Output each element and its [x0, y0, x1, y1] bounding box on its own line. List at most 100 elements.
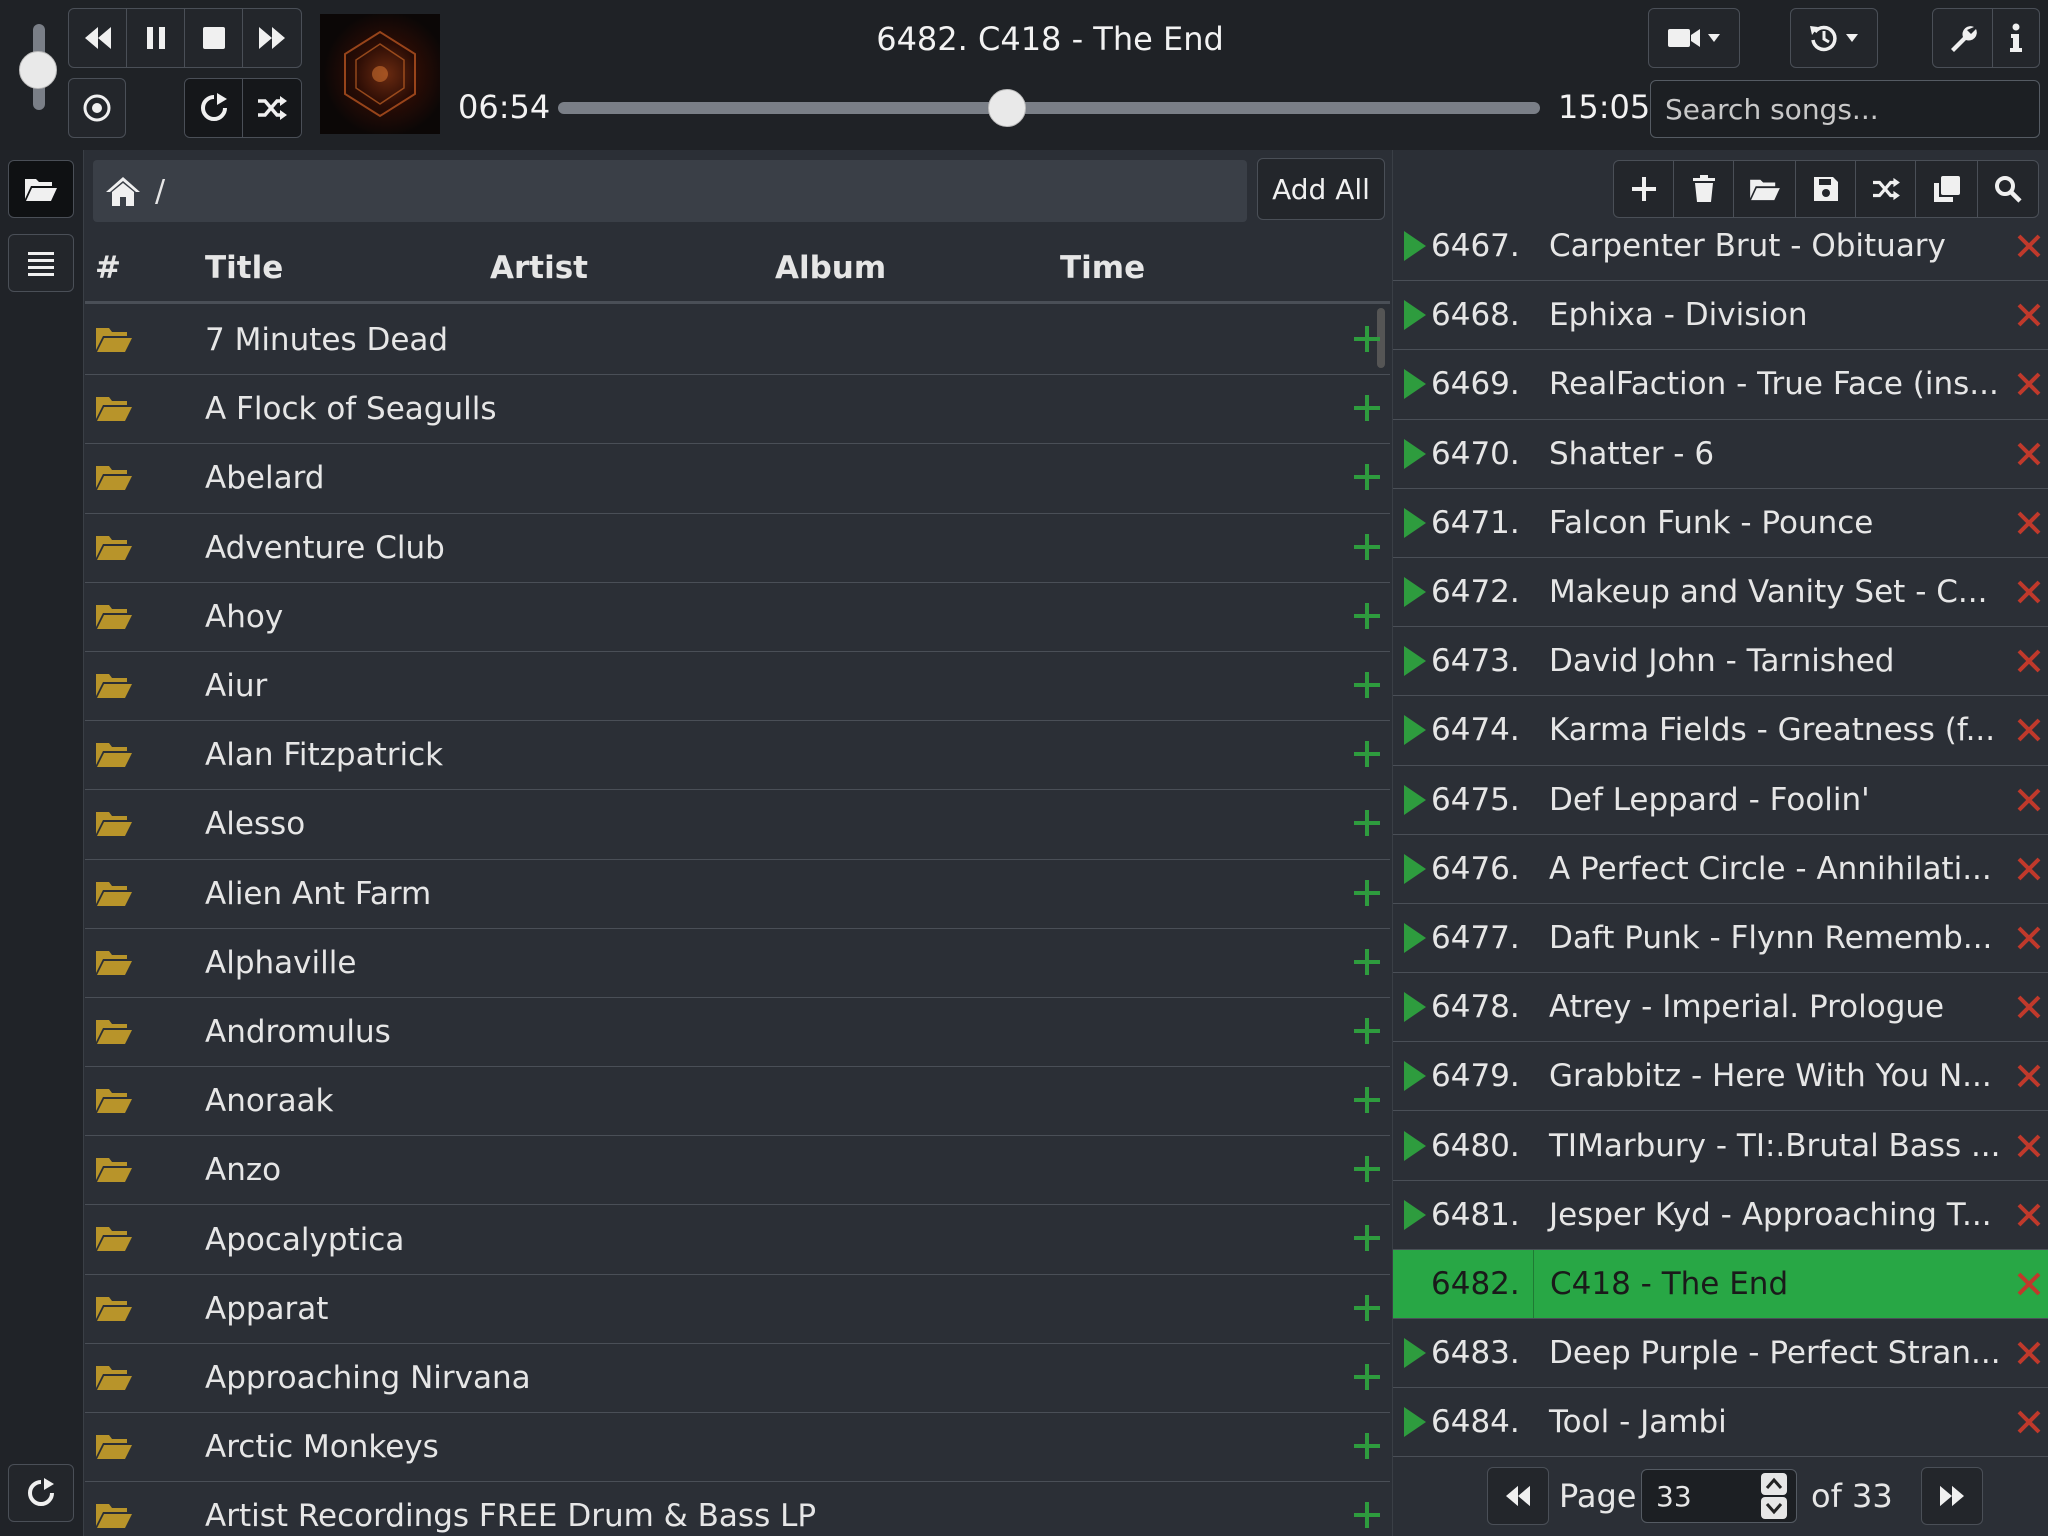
- play-icon[interactable]: [1403, 922, 1427, 954]
- add-all-button[interactable]: Add All: [1257, 158, 1385, 220]
- remove-x-icon[interactable]: [2017, 1134, 2041, 1158]
- playlist-item[interactable]: 6472. Makeup and Vanity Set - C...: [1393, 558, 2048, 628]
- column-time[interactable]: Time: [1060, 250, 1145, 286]
- playlist-item[interactable]: 6476. A Perfect Circle - Annihilati...: [1393, 835, 2048, 904]
- play-icon[interactable]: [1403, 1199, 1427, 1231]
- remove-x-icon[interactable]: [2017, 372, 2041, 396]
- remove-x-icon[interactable]: [2017, 442, 2041, 466]
- playlist-item[interactable]: 6479. Grabbitz - Here With You N...: [1393, 1042, 2048, 1112]
- play-icon[interactable]: [1403, 645, 1427, 677]
- repeat-button[interactable]: [185, 79, 243, 137]
- library-folder-row[interactable]: Ahoy: [85, 583, 1390, 652]
- load-playlist-button[interactable]: [1734, 161, 1796, 217]
- playlist-item[interactable]: 6478. Atrey - Imperial. Prologue: [1393, 973, 2048, 1043]
- single-mode-button[interactable]: [68, 78, 126, 138]
- add-to-playlist-button[interactable]: [1614, 161, 1674, 217]
- playlist-item[interactable]: 6477. Daft Punk - Flynn Rememb...: [1393, 904, 2048, 974]
- refresh-button[interactable]: [8, 1464, 74, 1522]
- column-title[interactable]: Title: [205, 250, 283, 286]
- play-icon[interactable]: [1403, 853, 1427, 885]
- add-plus-icon[interactable]: [1352, 739, 1382, 769]
- playlist-item[interactable]: 6480. TIMarbury - TI:.Brutal Bass ...: [1393, 1111, 2048, 1181]
- remove-x-icon[interactable]: [2017, 511, 2041, 535]
- crop-playlist-button[interactable]: [1916, 161, 1978, 217]
- search-playlist-button[interactable]: [1978, 161, 2038, 217]
- library-folder-row[interactable]: Aiur: [85, 652, 1390, 722]
- library-folder-row[interactable]: Alesso: [85, 790, 1390, 860]
- remove-x-icon[interactable]: [2017, 718, 2041, 742]
- previous-page-button[interactable]: [1487, 1467, 1549, 1525]
- library-folder-row[interactable]: Andromulus: [85, 998, 1390, 1068]
- play-icon[interactable]: [1403, 368, 1427, 400]
- library-folder-row[interactable]: Anoraak: [85, 1067, 1390, 1137]
- play-icon[interactable]: [1403, 576, 1427, 608]
- queue-view-button[interactable]: [8, 234, 74, 292]
- playlist-item[interactable]: 6475. Def Leppard - Foolin': [1393, 766, 2048, 835]
- add-plus-icon[interactable]: [1352, 324, 1382, 354]
- playlist-item[interactable]: 6467. Carpenter Brut - Obituary: [1393, 212, 2048, 282]
- library-folder-row[interactable]: Apparat: [85, 1275, 1390, 1344]
- play-icon[interactable]: [1403, 784, 1427, 816]
- play-icon[interactable]: [1403, 507, 1427, 539]
- remove-x-icon[interactable]: [2017, 303, 2041, 327]
- library-folder-row[interactable]: A Flock of Seagulls: [85, 375, 1390, 445]
- library-folder-row[interactable]: Apocalyptica: [85, 1205, 1390, 1275]
- play-icon[interactable]: [1403, 299, 1427, 331]
- library-folder-row[interactable]: Abelard: [85, 444, 1390, 514]
- add-plus-icon[interactable]: [1352, 462, 1382, 492]
- playlist-item[interactable]: 6470. Shatter - 6: [1393, 420, 2048, 489]
- add-plus-icon[interactable]: [1352, 601, 1382, 631]
- play-icon[interactable]: [1403, 438, 1427, 470]
- remove-x-icon[interactable]: [2017, 234, 2041, 258]
- pause-button[interactable]: [127, 9, 185, 67]
- add-plus-icon[interactable]: [1352, 1293, 1382, 1323]
- playlist-item[interactable]: 6473. David John - Tarnished: [1393, 627, 2048, 697]
- playlist-item[interactable]: 6481. Jesper Kyd - Approaching T...: [1393, 1181, 2048, 1250]
- add-plus-icon[interactable]: [1352, 878, 1382, 908]
- stepper-icon[interactable]: [1760, 1471, 1788, 1521]
- shuffle-button[interactable]: [243, 79, 301, 137]
- home-icon[interactable]: [105, 175, 141, 207]
- playlist-item[interactable]: 6468. Ephixa - Division: [1393, 281, 2048, 351]
- remove-x-icon[interactable]: [2017, 926, 2041, 950]
- remove-x-icon[interactable]: [2017, 1410, 2041, 1434]
- remove-x-icon[interactable]: [2017, 995, 2041, 1019]
- outputs-dropdown[interactable]: [1648, 8, 1740, 68]
- add-plus-icon[interactable]: [1352, 1500, 1382, 1530]
- playlist-item[interactable]: 6484. Tool - Jambi: [1393, 1388, 2048, 1458]
- add-plus-icon[interactable]: [1352, 670, 1382, 700]
- remove-x-icon[interactable]: [2017, 1064, 2041, 1088]
- add-plus-icon[interactable]: [1352, 1431, 1382, 1461]
- remove-x-icon[interactable]: [2017, 788, 2041, 812]
- play-icon[interactable]: [1403, 1337, 1427, 1369]
- add-plus-icon[interactable]: [1352, 1362, 1382, 1392]
- info-button[interactable]: [1993, 9, 2039, 67]
- remove-x-icon[interactable]: [2017, 580, 2041, 604]
- playlist-item[interactable]: 6483. Deep Purple - Perfect Stran...: [1393, 1319, 2048, 1389]
- library-folder-row[interactable]: Arctic Monkeys: [85, 1413, 1390, 1483]
- play-icon[interactable]: [1403, 1060, 1427, 1092]
- add-plus-icon[interactable]: [1352, 1016, 1382, 1046]
- remove-x-icon[interactable]: [2017, 857, 2041, 881]
- library-folder-row[interactable]: Approaching Nirvana: [85, 1344, 1390, 1413]
- column-number[interactable]: #: [95, 250, 121, 286]
- column-artist[interactable]: Artist: [490, 250, 588, 286]
- search-input[interactable]: [1650, 80, 2040, 138]
- page-number-input[interactable]: 33: [1641, 1469, 1797, 1523]
- remove-x-icon[interactable]: [2017, 1203, 2041, 1227]
- remove-x-icon[interactable]: [2017, 1272, 2041, 1296]
- play-icon[interactable]: [1403, 1406, 1427, 1438]
- playlist-item[interactable]: 6474. Karma Fields - Greatness (f...: [1393, 696, 2048, 766]
- remove-x-icon[interactable]: [2017, 649, 2041, 673]
- shuffle-playlist-button[interactable]: [1856, 161, 1916, 217]
- add-plus-icon[interactable]: [1352, 1085, 1382, 1115]
- volume-handle[interactable]: [19, 51, 57, 90]
- add-plus-icon[interactable]: [1352, 947, 1382, 977]
- seek-handle[interactable]: [987, 89, 1026, 127]
- play-icon[interactable]: [1403, 230, 1427, 262]
- playlist-item-active[interactable]: 6482. C418 - The End: [1393, 1249, 2048, 1319]
- next-page-button[interactable]: [1921, 1467, 1983, 1525]
- add-plus-icon[interactable]: [1352, 1223, 1382, 1253]
- breadcrumb-path[interactable]: /: [155, 174, 165, 209]
- history-dropdown[interactable]: [1790, 8, 1878, 68]
